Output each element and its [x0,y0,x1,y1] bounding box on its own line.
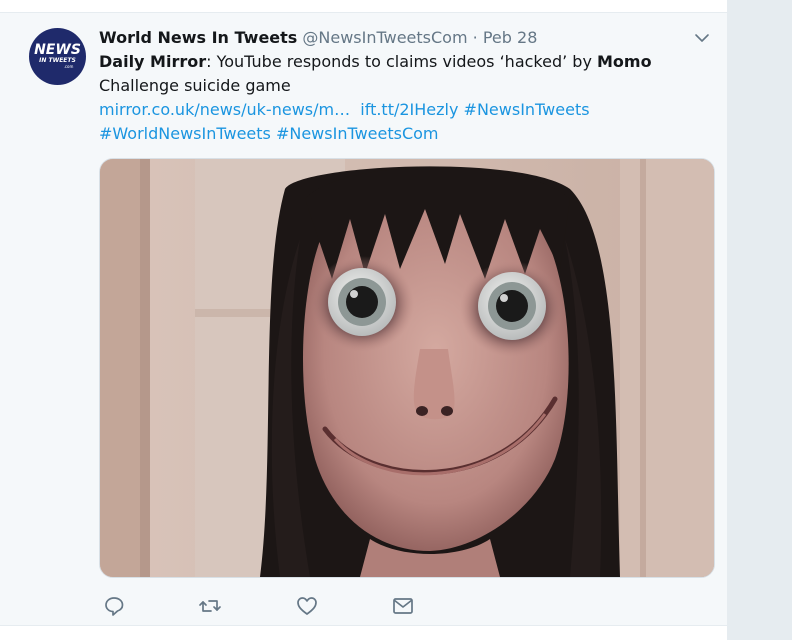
avatar-logo-subtext: IN TWEETS [39,57,76,64]
tweet-text-part: : YouTube responds to claims videos ‘hac… [206,52,597,71]
heart-icon[interactable] [295,594,319,618]
header-separator: · [472,28,478,47]
retweet-icon[interactable] [198,594,222,618]
tweet-date[interactable]: Peb 28 [483,28,538,47]
tweet-text: Daily Mirror: YouTube responds to claims… [99,50,709,98]
divider [0,625,727,626]
hashtag-newsintweetscom[interactable]: #NewsInTweetsCom [276,124,439,143]
avatar[interactable]: NEWS IN TWEETS .com [29,28,86,85]
keyword-momo: Momo [597,52,652,71]
tweet-text-part: Challenge suicide game [99,76,291,95]
timeline-feed: NEWS IN TWEETS .com World News In Tweets… [0,0,728,640]
source-name: Daily Mirror [99,52,207,71]
avatar-logo-text: NEWS [34,42,81,58]
link-url-mirror[interactable]: mirror.co.uk/news/uk-news/m… [99,100,350,119]
link-url-ifttt[interactable]: ift.tt/2IHezly [360,100,458,119]
author-name[interactable]: World News In Tweets [99,28,297,47]
photo-of-momo-figure [100,159,714,577]
envelope-icon[interactable] [391,594,415,618]
chevron-down-icon[interactable] [694,31,710,45]
hashtag-worldnewsintweets[interactable]: #WorldNewsInTweets [99,124,271,143]
tweet-media-image[interactable] [99,158,715,578]
author-handle[interactable]: @NewsInTweetsCom [302,28,467,47]
hashtag-newsintweets[interactable]: #NewsInTweets [464,100,590,119]
reply-icon[interactable] [102,594,126,618]
avatar-logo-domain: .com [63,64,74,69]
tweet-header: World News In Tweets @NewsInTweetsCom · … [99,27,537,49]
tweet-links: mirror.co.uk/news/uk-news/m… ift.tt/2IHe… [99,98,709,146]
